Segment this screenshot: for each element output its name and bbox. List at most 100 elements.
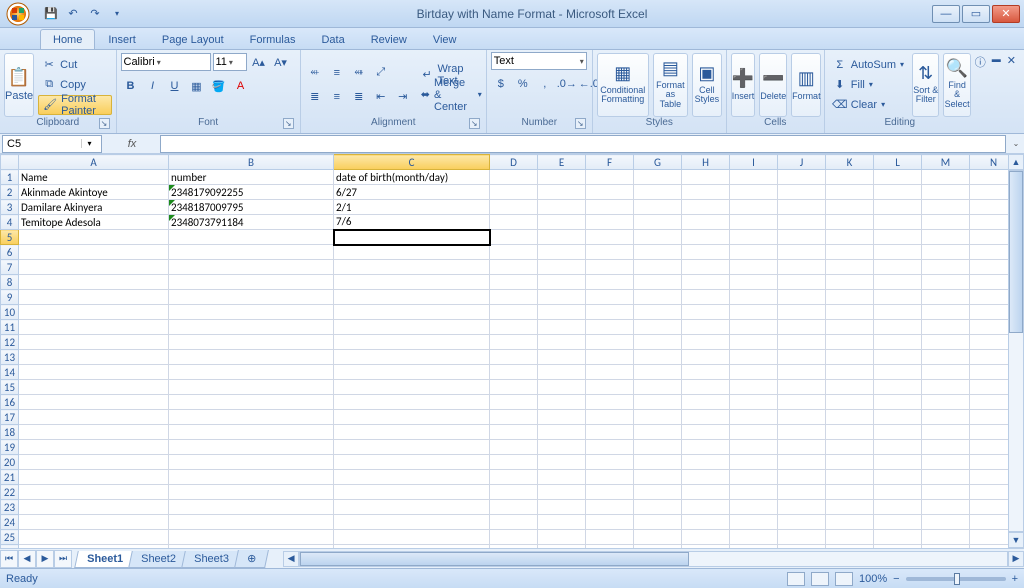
cell-B12[interactable] (169, 335, 334, 350)
cell-D15[interactable] (490, 380, 538, 395)
cell-A25[interactable] (19, 530, 169, 545)
horizontal-scrollbar[interactable]: ◀ ▶ (283, 551, 1024, 567)
cell-C24[interactable] (334, 515, 490, 530)
cell-D3[interactable] (490, 200, 538, 215)
cell-L16[interactable] (874, 395, 922, 410)
name-box-input[interactable] (3, 138, 81, 150)
cell-C4[interactable]: 7/6 (334, 215, 490, 230)
row-header-13[interactable]: 13 (1, 350, 19, 365)
col-header-E[interactable]: E (538, 155, 586, 170)
cell-K21[interactable] (826, 470, 874, 485)
currency-button[interactable]: $ (491, 74, 511, 94)
cell-D19[interactable] (490, 440, 538, 455)
col-header-J[interactable]: J (778, 155, 826, 170)
cell-A5[interactable] (19, 230, 169, 245)
cell-L15[interactable] (874, 380, 922, 395)
cell-M17[interactable] (922, 410, 970, 425)
cell-J4[interactable] (778, 215, 826, 230)
cell-H3[interactable] (682, 200, 730, 215)
align-top-button[interactable]: ⬴ (305, 63, 325, 83)
cell-L24[interactable] (874, 515, 922, 530)
cell-G16[interactable] (634, 395, 682, 410)
cell-L22[interactable] (874, 485, 922, 500)
cell-A3[interactable]: Damilare Akinyera (19, 200, 169, 215)
row-header-21[interactable]: 21 (1, 470, 19, 485)
cell-H8[interactable] (682, 275, 730, 290)
cell-L11[interactable] (874, 320, 922, 335)
cell-A17[interactable] (19, 410, 169, 425)
orientation-button[interactable]: ⤢ (371, 63, 391, 83)
cell-C23[interactable] (334, 500, 490, 515)
cell-I12[interactable] (730, 335, 778, 350)
cell-F24[interactable] (586, 515, 634, 530)
cell-D9[interactable] (490, 290, 538, 305)
col-header-G[interactable]: G (634, 155, 682, 170)
cell-I14[interactable] (730, 365, 778, 380)
cell-I22[interactable] (730, 485, 778, 500)
cell-J6[interactable] (778, 245, 826, 260)
italic-button[interactable]: I (143, 76, 163, 96)
cell-E14[interactable] (538, 365, 586, 380)
cell-J13[interactable] (778, 350, 826, 365)
cell-J22[interactable] (778, 485, 826, 500)
cell-H12[interactable] (682, 335, 730, 350)
cell-H19[interactable] (682, 440, 730, 455)
cell-C19[interactable] (334, 440, 490, 455)
cell-L9[interactable] (874, 290, 922, 305)
cell-H1[interactable] (682, 170, 730, 185)
cell-B7[interactable] (169, 260, 334, 275)
cell-D10[interactable] (490, 305, 538, 320)
cell-D24[interactable] (490, 515, 538, 530)
cell-D16[interactable] (490, 395, 538, 410)
cell-A14[interactable] (19, 365, 169, 380)
cell-L7[interactable] (874, 260, 922, 275)
cell-H16[interactable] (682, 395, 730, 410)
cell-C2[interactable]: 6/27 (334, 185, 490, 200)
cell-F19[interactable] (586, 440, 634, 455)
cell-M20[interactable] (922, 455, 970, 470)
cell-F5[interactable] (586, 230, 634, 245)
row-header-22[interactable]: 22 (1, 485, 19, 500)
sheet-tab-sheet1[interactable]: Sheet1 (74, 551, 136, 568)
cell-B8[interactable] (169, 275, 334, 290)
cell-B24[interactable] (169, 515, 334, 530)
cell-M25[interactable] (922, 530, 970, 545)
cell-E19[interactable] (538, 440, 586, 455)
cell-B18[interactable] (169, 425, 334, 440)
cell-E24[interactable] (538, 515, 586, 530)
cell-I21[interactable] (730, 470, 778, 485)
cell-F17[interactable] (586, 410, 634, 425)
cell-K10[interactable] (826, 305, 874, 320)
cell-I7[interactable] (730, 260, 778, 275)
cell-M11[interactable] (922, 320, 970, 335)
cell-K17[interactable] (826, 410, 874, 425)
cell-D17[interactable] (490, 410, 538, 425)
row-header-25[interactable]: 25 (1, 530, 19, 545)
cell-K19[interactable] (826, 440, 874, 455)
cell-H26[interactable] (682, 545, 730, 549)
cell-K20[interactable] (826, 455, 874, 470)
cell-G6[interactable] (634, 245, 682, 260)
align-left-button[interactable]: ≣ (305, 87, 325, 107)
row-header-14[interactable]: 14 (1, 365, 19, 380)
cell-B19[interactable] (169, 440, 334, 455)
cell-J9[interactable] (778, 290, 826, 305)
row-header-7[interactable]: 7 (1, 260, 19, 275)
cell-F15[interactable] (586, 380, 634, 395)
cell-J1[interactable] (778, 170, 826, 185)
cell-G8[interactable] (634, 275, 682, 290)
cell-F25[interactable] (586, 530, 634, 545)
cell-C22[interactable] (334, 485, 490, 500)
cell-K23[interactable] (826, 500, 874, 515)
cell-G20[interactable] (634, 455, 682, 470)
cell-A9[interactable] (19, 290, 169, 305)
cell-M4[interactable] (922, 215, 970, 230)
cell-B15[interactable] (169, 380, 334, 395)
fx-icon[interactable]: fx (128, 138, 137, 150)
cell-J14[interactable] (778, 365, 826, 380)
increase-decimal-button[interactable]: .0→ (557, 74, 577, 94)
cell-B14[interactable] (169, 365, 334, 380)
cell-B20[interactable] (169, 455, 334, 470)
minimize-ribbon-icon[interactable]: ▬ (992, 54, 1001, 70)
cell-C14[interactable] (334, 365, 490, 380)
